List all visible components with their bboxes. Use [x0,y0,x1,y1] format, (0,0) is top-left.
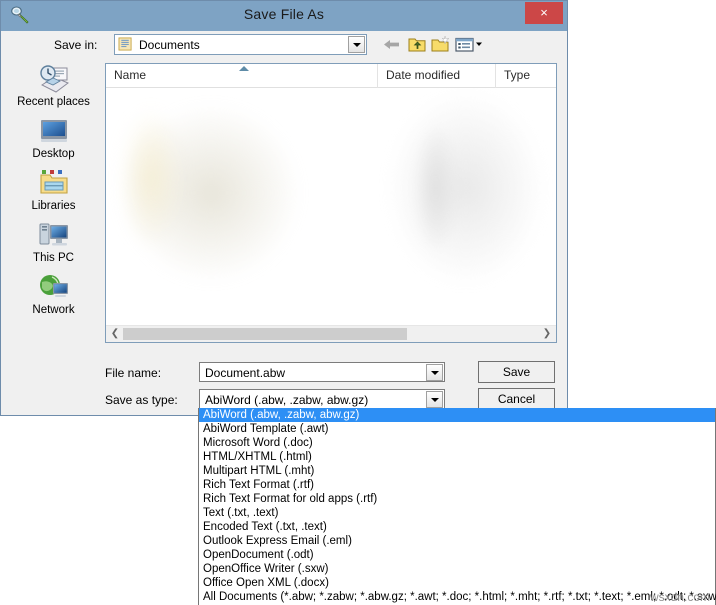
file-list-body[interactable] [106,88,556,325]
scrollbar-thumb[interactable] [123,328,407,340]
dropdown-option[interactable]: Multipart HTML (.mht) [199,464,715,478]
window-title: Save File As [243,6,325,22]
column-header-date-modified[interactable]: Date modified [378,64,496,88]
dropdown-option[interactable]: Office Open XML (.docx) [199,576,715,590]
sidebar-item-network[interactable]: Network [7,271,100,323]
documents-folder-icon [118,37,132,51]
sort-ascending-icon [239,66,249,71]
save-in-dropdown-arrow[interactable] [348,36,365,53]
dropdown-option[interactable]: All Documents (*.abw; *.zabw; *.abw.gz; … [199,590,716,604]
scroll-left-icon[interactable]: ❮ [107,326,123,342]
sidebar-item-recent-places[interactable]: Recent places [7,63,100,115]
file-name-input[interactable]: Document.abw [199,362,445,382]
new-folder-icon [431,35,450,52]
sidebar-item-desktop[interactable]: Desktop [7,115,100,167]
dropdown-option[interactable]: OpenDocument (.odt) [199,548,715,562]
network-icon [39,275,68,297]
save-as-type-combobox[interactable]: AbiWord (.abw, .zabw, abw.gz) [199,389,445,409]
sidebar-item-this-pc[interactable]: This PC [7,219,100,271]
column-header-label: Type [504,68,531,82]
watermark: wsxdn.com [649,590,710,604]
column-headers: Name Date modified Type [106,64,556,88]
background-blur-decoration [106,88,196,278]
sidebar-item-label: Libraries [31,200,76,212]
dropdown-option[interactable]: HTML/XHTML (.html) [199,450,715,464]
save-in-value: Documents [139,38,200,52]
column-header-label: Name [114,68,147,82]
libraries-icon [39,170,68,194]
dropdown-option[interactable]: Microsoft Word (.doc) [199,436,715,450]
dropdown-option[interactable]: OpenOffice Writer (.sxw) [199,562,715,576]
save-as-type-value: AbiWord (.abw, .zabw, abw.gz) [205,393,369,407]
dropdown-option[interactable]: Text (.txt, .text) [199,506,715,520]
cancel-button[interactable]: Cancel [478,388,555,410]
screenshot-root: Save File As × Save in: Documents Recent… [0,0,716,605]
file-name-value: Document.abw [205,366,286,380]
dropdown-option[interactable]: Rich Text Format (.rtf) [199,478,715,492]
horizontal-scrollbar[interactable]: ❮ ❯ [106,325,556,342]
dropdown-option[interactable]: Outlook Express Email (.eml) [199,534,715,548]
save-file-as-dialog: Save File As × Save in: Documents Recent… [0,0,568,416]
places-sidebar: Recent places Desktop Libraries This PC … [7,63,100,341]
sidebar-item-label: Network [32,304,75,316]
sidebar-item-label: This PC [33,252,74,264]
this-pc-icon [39,223,68,246]
dropdown-option[interactable]: AbiWord (.abw, .zabw, abw.gz) [199,408,715,422]
column-header-type[interactable]: Type [496,64,556,88]
views-icon [455,37,482,52]
up-folder-icon [408,38,426,52]
file-name-label: File name: [105,366,162,380]
file-list[interactable]: Name Date modified Type ❮ ❯ [105,63,557,343]
dropdown-option[interactable]: Encoded Text (.txt, .text) [199,520,715,534]
dropdown-option[interactable]: AbiWord Template (.awt) [199,422,715,436]
views-button[interactable] [454,34,484,55]
sidebar-item-label: Desktop [32,148,75,160]
file-name-dropdown-arrow[interactable] [426,364,443,381]
column-header-label: Date modified [386,68,461,82]
save-in-combobox[interactable]: Documents [114,34,367,55]
close-button[interactable]: × [525,2,563,24]
save-in-label: Save in: [54,38,98,52]
save-in-bar: Save in: Documents [6,32,563,61]
save-as-type-dropdown-list[interactable]: AbiWord (.abw, .zabw, abw.gz) AbiWord Te… [198,408,716,605]
dropdown-option[interactable]: Rich Text Format for old apps (.rtf) [199,492,715,506]
back-button[interactable] [381,34,403,55]
scroll-right-icon[interactable]: ❯ [539,326,555,342]
save-as-type-dropdown-arrow[interactable] [426,391,443,408]
desktop-icon [40,120,67,142]
save-button[interactable]: Save [478,361,555,383]
back-arrow-icon [384,40,399,49]
sidebar-item-label: Recent places [17,96,90,108]
new-folder-button[interactable] [430,34,452,55]
sidebar-item-libraries[interactable]: Libraries [7,167,100,219]
title-bar: Save File As × [1,1,567,31]
up-one-level-button[interactable] [406,34,428,55]
save-as-type-label: Save as type: [105,393,178,407]
column-header-name[interactable]: Name [106,64,378,88]
background-blur-decoration [406,98,466,278]
recent-places-icon [39,65,69,93]
